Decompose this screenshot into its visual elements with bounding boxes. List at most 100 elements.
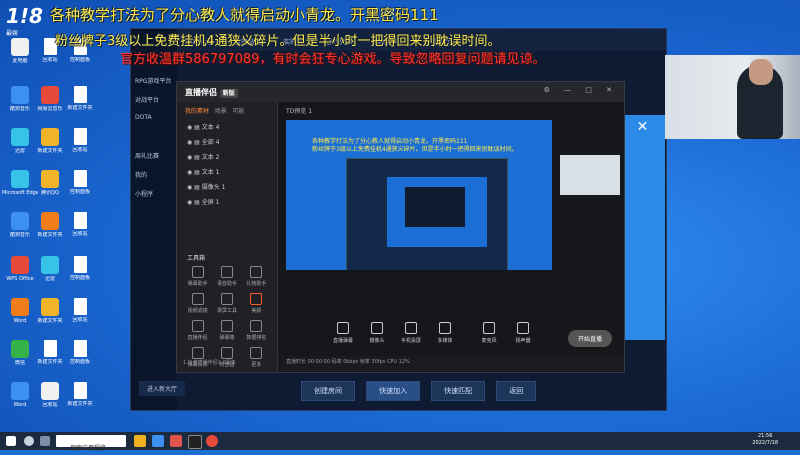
zb-tab[interactable]: 场景 (215, 108, 227, 115)
tool-icon (250, 347, 263, 359)
preview-header: TD预览 1 (286, 108, 313, 115)
windows-start-icon[interactable] (6, 436, 16, 446)
layer-item[interactable]: ◉ ▤ 文本 1 (177, 164, 277, 179)
file-explorer-icon[interactable] (134, 435, 146, 447)
layer-item[interactable]: ◉ ▤ 全部 4 (177, 134, 277, 149)
tool-button[interactable]: 数据排名 (242, 320, 271, 341)
wps-icon (11, 256, 29, 274)
window-controls[interactable]: ⚙ — □ ✕ (544, 86, 618, 94)
zb-version-badge: 新版 (219, 89, 238, 98)
tool-button[interactable]: 弹幕墙 (212, 320, 241, 341)
browser-icon[interactable] (152, 435, 164, 447)
zb-tab[interactable]: 我的素材 (185, 108, 209, 115)
document-icon (73, 256, 87, 273)
rpg-sidebar-item[interactable]: RPG游戏平台 (131, 71, 177, 90)
create-room-button[interactable]: 创建房间 (301, 381, 355, 401)
layer-item[interactable]: ◉ ▤ 文本 2 (177, 149, 277, 164)
speaker-button[interactable]: 扬声器 (508, 322, 538, 344)
quick-join-button[interactable]: 快速加入 (366, 381, 421, 401)
desktop-icon-doc10[interactable]: 新建文件夹 (62, 382, 98, 407)
edge-icon (11, 170, 29, 188)
toolbox-grid: 弹幕助手 语音助手 礼物助手 视频滤镜 录屏工具 美颜 直播伴侣 弹幕墙 数据排… (177, 266, 277, 368)
desktop-icon-doc2[interactable]: 回收站 (62, 128, 98, 153)
app-icon[interactable] (170, 435, 182, 447)
overlay-line-2: 粉丝牌子3级以上免费挂机4通狭义碎片。但是半小时一把得回来别耽误时间。 (55, 34, 501, 49)
preview-overlay-text: 各种教学打法为了分心教人就得启动小青龙。开黑密码111 粉丝牌子3级以上免费挂机… (312, 138, 518, 153)
zb-app-name: 直播伴侣 新版 (185, 87, 238, 98)
rpg-sidebar-item[interactable]: 小程序 (131, 184, 177, 203)
document-icon (41, 382, 59, 400)
netease-icon (41, 86, 59, 104)
tool-button[interactable]: 直播伴侣 (183, 320, 212, 341)
netease-icon[interactable] (206, 435, 218, 447)
layer-item[interactable]: ◉ ▤ 全屏 1 (177, 194, 277, 209)
desktop-icon-doc5[interactable]: 控制面板 (62, 256, 98, 281)
overlay-line-1: 各种教学打法为了分心教人就得启动小青龙。开黑密码111 (50, 6, 439, 24)
nested-preview (346, 158, 508, 270)
tool-button[interactable]: 更多 (242, 347, 271, 368)
folder-icon (41, 212, 59, 230)
microphone-icon (483, 322, 495, 334)
rpg-sidebar: RPG游戏平台 对战平台 DOTA 周礼比赛 我的 小程序 (131, 29, 177, 410)
app-icon (11, 298, 29, 316)
desktop-icon-doc4[interactable]: 回收站 (62, 212, 98, 237)
taskbar-search-input[interactable]: 搜索应用程序 (56, 435, 126, 452)
camera-button[interactable]: 摄像头 (362, 322, 392, 344)
tool-icon (250, 293, 263, 305)
enter-new-lobby-button[interactable]: 进入新大厅 (139, 381, 186, 396)
document-icon (73, 340, 87, 357)
zb-tab[interactable]: 可能 (233, 108, 245, 115)
nested-preview-2 (387, 177, 487, 247)
tool-icon (191, 320, 204, 332)
stream-preview: 各种教学打法为了分心教人就得启动小青龙。开黑密码111 粉丝牌子3级以上免费挂机… (286, 120, 552, 270)
desktop-icon-doc3[interactable]: 控制面板 (62, 170, 98, 195)
qq-icon (41, 170, 59, 188)
speaker-icon (517, 322, 529, 334)
tool-button[interactable]: 礼物助手 (242, 266, 271, 287)
tool-icon (250, 266, 263, 278)
back-button[interactable]: 返回 (496, 381, 537, 401)
stream-logo: 1!8 最娱 (6, 4, 52, 40)
camera-icon (371, 322, 383, 334)
tool-button[interactable]: 录屏工具 (212, 293, 241, 314)
layer-item[interactable]: ◉ ▤ 摄像头 1 (177, 179, 277, 194)
computer-icon (11, 38, 29, 56)
tool-icon (191, 293, 204, 305)
tool-button[interactable]: 美颜 (242, 293, 271, 314)
search-icon[interactable] (24, 436, 34, 446)
face (749, 59, 773, 85)
tool-icon (250, 320, 263, 332)
system-clock[interactable]: 21:56 2022/7/18 (752, 433, 778, 447)
task-view-icon[interactable] (40, 436, 50, 446)
desktop-icon-doc[interactable]: 新建文件夹 (62, 86, 98, 111)
close-icon[interactable]: ✕ (620, 119, 665, 135)
stream-controls: 直播弹幕 摄像头 手机投屏 多媒体 麦克风 扬声器 开始直播 (278, 320, 624, 358)
danmaku-button[interactable]: 直播弹幕 (328, 322, 358, 344)
game-icon (41, 298, 59, 316)
logo-brand: 1!8 (6, 4, 43, 28)
phone-cast-button[interactable]: 手机投屏 (396, 322, 426, 344)
rpg-sidebar-item[interactable]: 对战平台 (131, 90, 177, 109)
microphone-button[interactable]: 麦克风 (474, 322, 504, 344)
layer-item[interactable]: ◉ ▤ 文本 4 (177, 119, 277, 134)
media-button[interactable]: 多媒体 (430, 322, 460, 344)
desktop: 1!8 最娱 此电脑 回收站 控制面板 酷狗音乐 网易云音乐 新建文件夹 迅雷 … (0, 0, 800, 432)
screen-icon (337, 322, 349, 334)
tool-button[interactable]: 语音助手 (212, 266, 241, 287)
desktop-icon-doc6[interactable]: 回收站 (62, 298, 98, 323)
tool-button[interactable]: 弹幕助手 (183, 266, 212, 287)
document-icon (73, 170, 87, 187)
desktop-icon-doc8[interactable]: 控制面板 (62, 340, 98, 365)
document-icon (73, 128, 87, 145)
document-icon (73, 298, 87, 315)
media-icon (439, 322, 451, 334)
zb-source-tabs: 我的素材 场景 可能 (177, 102, 277, 119)
start-live-button[interactable]: 开始直播 (567, 330, 612, 347)
quick-match-button[interactable]: 快速匹配 (431, 381, 486, 401)
tool-button[interactable]: 视频滤镜 (183, 293, 212, 314)
status-bar: 直播时长 00:00:00 码率 0kbps 帧率 30fps CPU 12% (278, 356, 624, 372)
stream-app-icon[interactable] (188, 435, 202, 449)
rpg-sidebar-item[interactable]: 周礼比赛 (131, 146, 177, 165)
rpg-sidebar-item[interactable]: DOTA (131, 109, 177, 126)
rpg-sidebar-item[interactable]: 我的 (131, 165, 177, 184)
